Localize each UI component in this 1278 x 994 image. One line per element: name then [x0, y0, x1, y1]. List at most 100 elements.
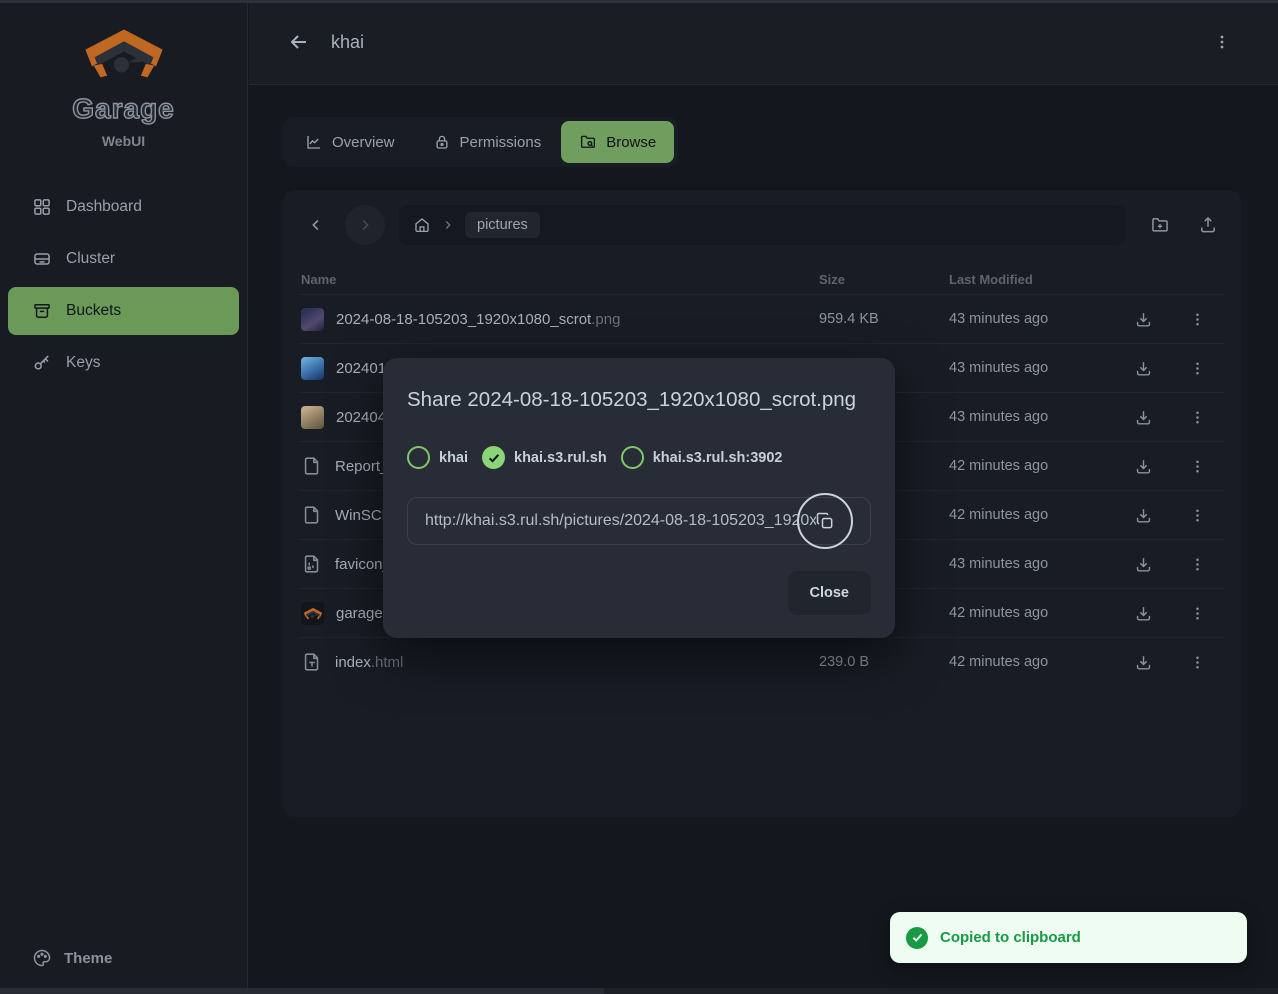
kebab-menu-icon	[1188, 653, 1207, 672]
radio-unchecked-icon[interactable]	[407, 446, 430, 469]
breadcrumb-folder[interactable]: pictures	[465, 212, 540, 238]
tab-permissions[interactable]: Permissions	[415, 121, 560, 163]
back-button[interactable]	[283, 26, 315, 58]
chevron-right-icon	[356, 216, 374, 234]
radio-label: khai.s3.rul.sh:3902	[653, 450, 783, 466]
toast-message: Copied to clipboard	[940, 929, 1081, 946]
file-modified: 42 minutes ago	[949, 605, 1129, 621]
table-row[interactable]: index.html 239.0 B 42 minutes ago	[299, 637, 1225, 686]
download-icon	[1134, 359, 1153, 378]
radio-unchecked-icon[interactable]	[621, 446, 644, 469]
download-button[interactable]	[1129, 403, 1157, 431]
app-subtitle: WebUI	[0, 133, 247, 149]
share-modal: Share 2024-08-18-105203_1920x1080_scrot.…	[383, 358, 895, 638]
image-thumbnail	[301, 357, 324, 380]
download-button[interactable]	[1129, 305, 1157, 333]
file-modified: 43 minutes ago	[949, 556, 1129, 572]
sidebar-item-buckets[interactable]: Buckets	[8, 287, 239, 335]
app-title: Garage	[0, 93, 247, 125]
success-check-icon	[906, 927, 928, 949]
sidebar-item-keys[interactable]: Keys	[8, 339, 239, 387]
download-button[interactable]	[1129, 452, 1157, 480]
table-header: Name Size Last Modified	[299, 264, 1225, 294]
app-window: Garage WebUI Dashboard Cluster Buckets K…	[0, 0, 1278, 994]
theme-toggle[interactable]: Theme	[8, 936, 136, 980]
share-url-row	[407, 497, 871, 545]
file-extension: .png	[591, 311, 620, 328]
sidebar-item-label: Cluster	[66, 250, 115, 268]
breadcrumb: pictures	[399, 205, 1125, 245]
row-menu-button[interactable]	[1183, 501, 1211, 529]
file-extension: .html	[371, 654, 404, 671]
radio-label: khai	[439, 450, 468, 466]
kebab-menu-icon	[1188, 408, 1207, 427]
radio-label: khai.s3.rul.sh	[514, 450, 607, 466]
download-icon	[1134, 555, 1153, 574]
lock-icon	[433, 133, 451, 151]
copy-icon	[815, 511, 835, 531]
tab-overview[interactable]: Overview	[287, 121, 413, 163]
copy-url-button[interactable]	[797, 493, 853, 549]
page-header: khai	[249, 0, 1278, 85]
row-menu-button[interactable]	[1183, 452, 1211, 480]
window-top-edge	[0, 0, 1278, 3]
download-button[interactable]	[1129, 648, 1157, 676]
row-menu-button[interactable]	[1183, 354, 1211, 382]
dashboard-icon	[32, 197, 52, 217]
buckets-icon	[32, 301, 52, 321]
folder-search-icon	[579, 133, 597, 151]
sidebar-item-label: Dashboard	[66, 198, 142, 216]
sidebar-item-cluster[interactable]: Cluster	[8, 235, 239, 283]
download-icon	[1134, 653, 1153, 672]
download-button[interactable]	[1129, 354, 1157, 382]
chevron-left-icon	[307, 216, 325, 234]
download-icon	[1134, 457, 1153, 476]
tab-browse[interactable]: Browse	[561, 121, 674, 163]
row-menu-button[interactable]	[1183, 648, 1211, 676]
scrollbar-thumb[interactable]	[0, 988, 604, 994]
kebab-menu-icon	[1188, 457, 1207, 476]
file-icon	[301, 455, 323, 477]
domain-options: khai khai.s3.rul.sh khai.s3.rul.sh:3902	[407, 446, 871, 469]
app-logo: Garage WebUI	[0, 0, 247, 149]
download-button[interactable]	[1129, 599, 1157, 627]
palette-icon	[32, 948, 52, 968]
file-text-icon	[301, 651, 323, 673]
file-size: 959.4 KB	[819, 311, 949, 327]
file-modified: 42 minutes ago	[949, 458, 1129, 474]
radio-checked-icon[interactable]	[482, 446, 505, 469]
sidebar-item-label: Keys	[66, 354, 100, 372]
download-button[interactable]	[1129, 501, 1157, 529]
row-menu-button[interactable]	[1183, 403, 1211, 431]
download-icon	[1134, 310, 1153, 329]
table-row[interactable]: 2024-08-18-105203_1920x1080_scrot.png 95…	[299, 294, 1225, 343]
folder-plus-icon	[1150, 215, 1170, 235]
nav-back-button[interactable]	[299, 208, 333, 242]
new-folder-button[interactable]	[1143, 208, 1177, 242]
domain-option-khai-s3-3902[interactable]: khai.s3.rul.sh:3902	[621, 446, 783, 469]
row-menu-button[interactable]	[1183, 550, 1211, 578]
nav-forward-button[interactable]	[345, 205, 385, 245]
keys-icon	[32, 353, 52, 373]
domain-option-khai[interactable]: khai	[407, 446, 468, 469]
toast-notification: Copied to clipboard	[890, 912, 1247, 963]
browser-toolbar: pictures	[299, 204, 1225, 246]
domain-option-khai-s3[interactable]: khai.s3.rul.sh	[482, 446, 607, 469]
download-icon	[1134, 408, 1153, 427]
file-modified: 43 minutes ago	[949, 360, 1129, 376]
download-button[interactable]	[1129, 550, 1157, 578]
row-menu-button[interactable]	[1183, 305, 1211, 333]
garage-logo-icon	[82, 22, 166, 84]
home-icon[interactable]	[413, 216, 431, 234]
upload-button[interactable]	[1191, 208, 1225, 242]
bucket-menu-button[interactable]	[1206, 26, 1238, 58]
file-icon	[301, 504, 323, 526]
kebab-menu-icon	[1188, 310, 1207, 329]
upload-icon	[1198, 215, 1218, 235]
download-icon	[1134, 506, 1153, 525]
share-modal-title: Share 2024-08-18-105203_1920x1080_scrot.…	[407, 388, 871, 412]
row-menu-button[interactable]	[1183, 599, 1211, 627]
close-modal-button[interactable]: Close	[788, 571, 872, 615]
horizontal-scrollbar[interactable]	[0, 988, 1278, 994]
sidebar-item-dashboard[interactable]: Dashboard	[8, 183, 239, 231]
